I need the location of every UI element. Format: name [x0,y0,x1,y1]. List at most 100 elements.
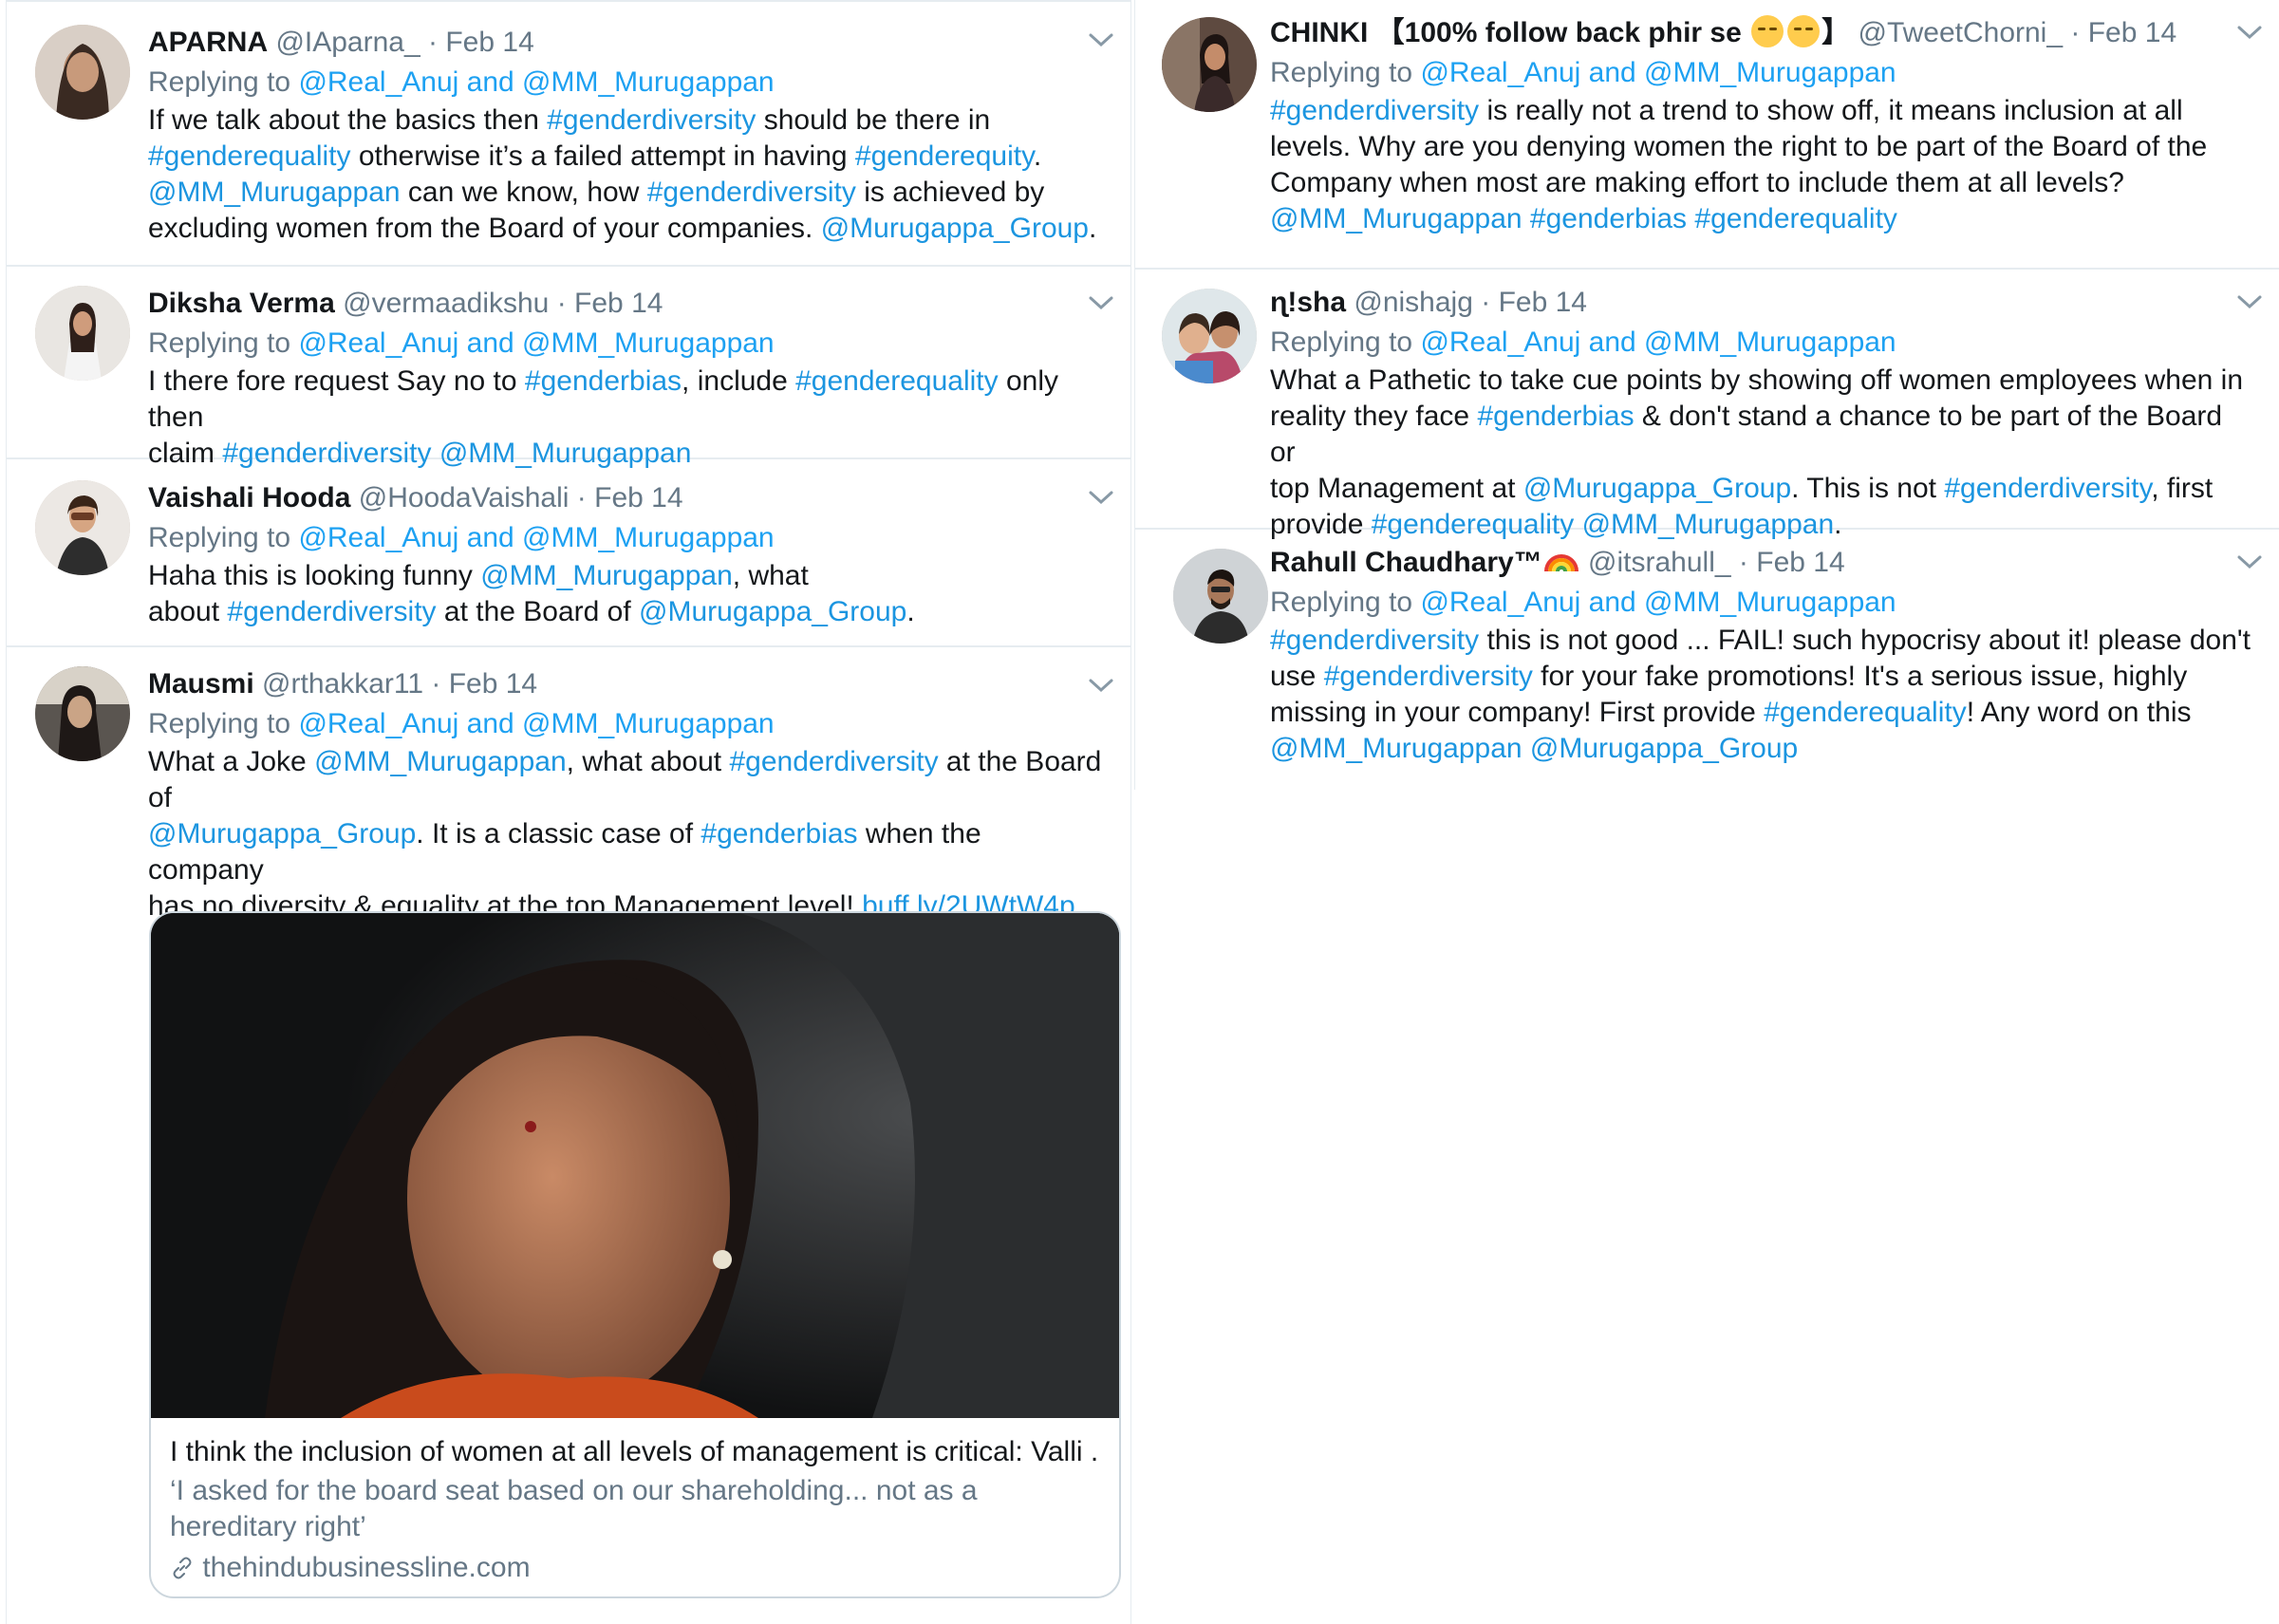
replying-to-link[interactable]: @Real_Anuj and @MM_Murugappan [298,327,774,359]
tweet-text-segment: . [906,596,915,627]
hashtag-link[interactable]: #genderdiversity [1270,95,1479,126]
avatar[interactable] [35,480,130,575]
link-preview-card[interactable]: I think the inclusion of women at all le… [149,911,1121,1598]
replying-to-link[interactable]: @Real_Anuj and @MM_Murugappan [1420,327,1896,358]
hashtag-link[interactable]: #genderdiversity [1324,661,1533,692]
tweet-vaishali[interactable]: Vaishali Hooda @HoodaVaishali · Feb 14 R… [7,459,1130,647]
hashtag-link[interactable]: #genderbias [701,818,857,849]
card-image[interactable] [151,913,1119,1418]
tweet-mausmi[interactable]: Mausmi @rthakkar11 · Feb 14 Replying to … [7,647,1130,1624]
tweet-text-segment: If we talk about the basics then [148,104,548,136]
timestamp[interactable]: Feb 14 [445,27,533,58]
display-name[interactable]: Vaishali Hooda [148,482,350,513]
handle[interactable]: @IAparna_ [275,27,420,58]
tweet-text-segment: , include [682,365,796,397]
handle[interactable]: @HoodaVaishali [359,482,570,513]
replying-to-link[interactable]: @Real_Anuj and @MM_Murugappan [1420,57,1896,88]
hashtag-link[interactable]: #genderdiversity [227,596,436,627]
timestamp[interactable]: Feb 14 [1756,547,1844,578]
tweet-text-segment: . [1033,140,1042,172]
replying-to-link[interactable]: @Real_Anuj and @MM_Murugappan [1420,587,1896,618]
smirking-face-emoji-icon [1787,15,1821,47]
relieved-face-emoji-icon [1751,15,1784,47]
avatar[interactable] [35,666,130,761]
mention-link[interactable]: @MM_Murugappan [480,560,733,591]
display-name[interactable]: ɳ!sha [1270,287,1346,318]
hashtag-link[interactable]: #genderdiversity [547,104,756,136]
tweet-text-segment: What a Joke [148,746,315,777]
mention-link[interactable]: @MM_Murugappan [314,746,567,777]
chevron-down-icon[interactable] [2235,23,2264,42]
tweet-aparna[interactable]: APARNA @IAparna_ · Feb 14 Replying to @R… [7,0,1130,267]
card-title[interactable]: I think the inclusion of women at all le… [170,1433,1100,1471]
replying-to-link[interactable]: @Real_Anuj and @MM_Murugappan [298,66,774,98]
chevron-down-icon[interactable] [1087,676,1115,695]
card-description: ‘I asked for the board seat based on our… [170,1475,978,1542]
tweet-nisha[interactable]: ɳ!sha @nishajg · Feb 14 Replying to @Rea… [1135,270,2279,540]
handle[interactable]: @nishajg [1354,287,1473,318]
hashtag-link[interactable]: #genderbias [525,365,682,397]
avatar[interactable] [35,25,130,120]
tweet-diksha[interactable]: Diksha Verma @vermaadikshu · Feb 14 Repl… [7,265,1130,469]
tweet-text: #genderdiversity this is not good ... FA… [1270,623,2251,767]
tweet-text-segment: should be there in [763,104,991,136]
rainbow-emoji-icon [1543,554,1578,572]
display-name[interactable]: APARNA [148,27,268,58]
hashtag-link[interactable]: #genderdiversity [647,177,856,208]
display-name[interactable]: Diksha Verma [148,288,335,319]
hashtag-link[interactable]: #genderequality [795,365,999,397]
hashtag-link[interactable]: #genderequality [1764,697,1967,728]
hashtag-link[interactable]: #genderequality [1694,203,1897,234]
hashtag-link[interactable]: #genderequity [855,140,1034,172]
mention-link[interactable]: @MM_Murugappan [1270,733,1522,764]
display-name[interactable]: Rahull Chaudhary™ [1270,547,1580,578]
replying-to: Replying to @Real_Anuj and @MM_Murugappa… [148,327,775,359]
timestamp[interactable]: Feb 14 [594,482,682,513]
handle[interactable]: @TweetChorni_ [1858,17,2063,48]
avatar[interactable] [1173,549,1268,644]
hashtag-link[interactable]: #genderdiversity [1944,473,2151,504]
replying-to-link[interactable]: @Real_Anuj and @MM_Murugappan [298,708,774,739]
tweet-text-segment: . [1089,213,1097,244]
card-domain[interactable]: thehindubusinessline.com [170,1549,1100,1587]
tweet-text: Haha this is looking funny @MM_Murugappa… [148,558,1102,630]
chevron-down-icon[interactable] [1087,30,1115,49]
hashtag-link[interactable]: #genderbias [1530,203,1687,234]
avatar[interactable] [1162,17,1257,112]
tweet-text-segment: . It is a classic case of [416,818,701,849]
avatar[interactable] [35,286,130,381]
chevron-down-icon[interactable] [1087,488,1115,507]
mention-link[interactable]: @Murugappa_Group [1523,473,1791,504]
left-timeline: APARNA @IAparna_ · Feb 14 Replying to @R… [6,0,1131,1624]
hashtag-link[interactable]: #genderdiversity [1270,625,1479,656]
tweet-text-segment [1522,733,1530,764]
tweet-text-segment: I there fore request Say no to [148,365,525,397]
tweet-rahull[interactable]: Rahull Chaudhary™ @itsrahull_ · Feb 14 R… [1135,530,2279,790]
mention-link[interactable]: @MM_Murugappan [148,177,401,208]
chevron-down-icon[interactable] [2235,552,2264,571]
handle[interactable]: @rthakkar11 [262,668,423,700]
mention-link[interactable]: @Murugappa_Group [821,213,1089,244]
mention-link[interactable]: @Murugappa_Group [1530,733,1798,764]
mention-link[interactable]: @MM_Murugappan [1270,203,1522,234]
tweet-text: #genderdiversity is really not a trend t… [1270,93,2251,237]
display-name[interactable]: Mausmi [148,668,254,700]
hashtag-link[interactable]: #genderbias [1477,401,1634,432]
replying-to: Replying to @Real_Anuj and @MM_Murugappa… [1270,57,1896,88]
timestamp[interactable]: Feb 14 [2088,17,2176,48]
hashtag-link[interactable]: #genderequality [148,140,351,172]
avatar[interactable] [1162,289,1257,383]
handle[interactable]: @itsrahull_ [1588,547,1731,578]
mention-link[interactable]: @Murugappa_Group [148,818,416,849]
chevron-down-icon[interactable] [2235,292,2264,311]
hashtag-link[interactable]: #genderdiversity [729,746,938,777]
timestamp[interactable]: Feb 14 [574,288,663,319]
chevron-down-icon[interactable] [1087,293,1115,312]
timestamp[interactable]: Feb 14 [449,668,537,700]
timestamp[interactable]: Feb 14 [1499,287,1587,318]
mention-link[interactable]: @Murugappa_Group [639,596,906,627]
replying-to-link[interactable]: @Real_Anuj and @MM_Murugappan [298,522,774,553]
handle[interactable]: @vermaadikshu [343,288,549,319]
display-name[interactable]: CHINKI 【100% follow back phir se 】 [1270,15,1850,48]
tweet-chinki[interactable]: CHINKI 【100% follow back phir se 】 @Twee… [1135,0,2279,270]
